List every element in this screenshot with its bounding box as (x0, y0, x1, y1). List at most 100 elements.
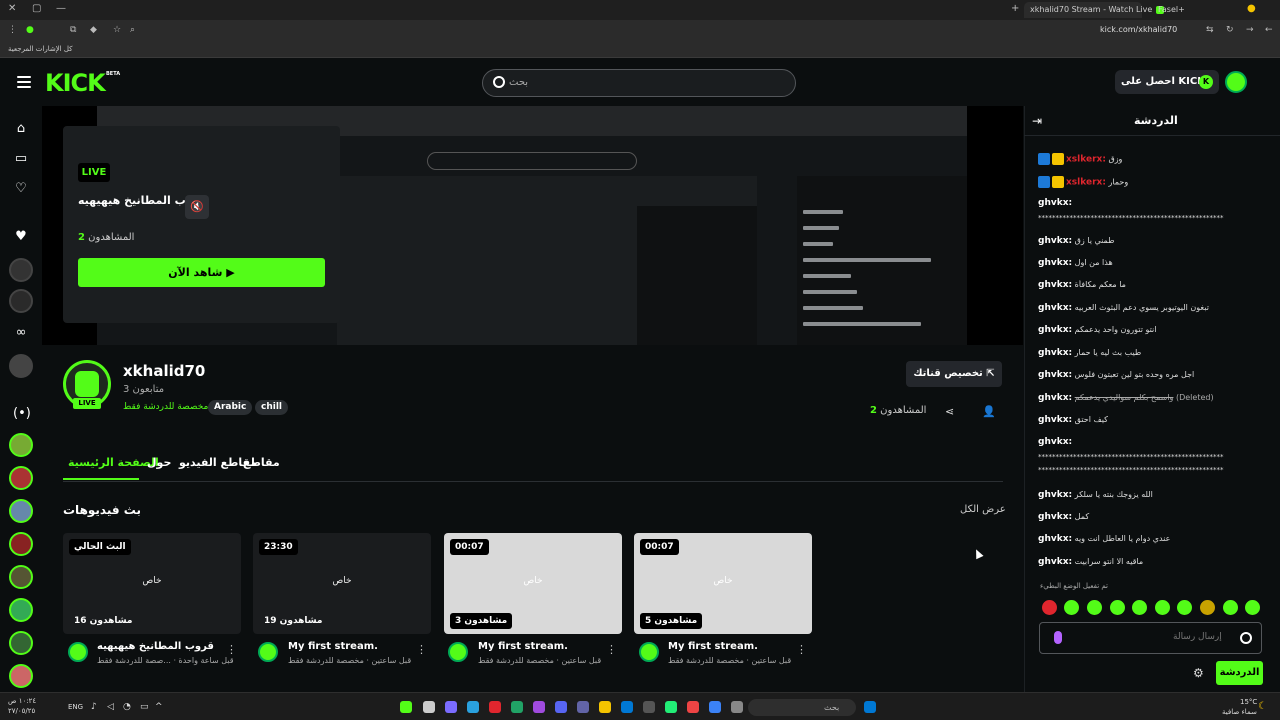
channel-avatar[interactable] (9, 466, 33, 490)
chat-send-button[interactable]: الدردشة (1216, 661, 1263, 685)
clock-date[interactable]: ٢٧/٠٥/٢٥ (8, 707, 35, 715)
home-icon[interactable]: ⌂ (13, 121, 29, 137)
microphone-tray-icon[interactable]: ♪ (91, 702, 97, 712)
maximize-icon[interactable]: ▢ (32, 3, 41, 14)
video-channel-avatar[interactable] (639, 642, 659, 662)
new-tab-icon[interactable]: + (1011, 3, 1019, 14)
language-indicator[interactable]: ENG (68, 703, 83, 711)
microphone-icon[interactable] (1054, 631, 1062, 644)
watch-now-button[interactable]: شاهد الآن ▶ (78, 258, 325, 287)
video-card[interactable]: 00:07 خاص 5 مشاهدون (634, 533, 812, 634)
share-icon[interactable]: ⋖ (945, 405, 954, 418)
task-view-icon[interactable] (731, 701, 743, 713)
app-icon[interactable] (665, 701, 677, 713)
channel-name[interactable]: xkhalid70 (123, 362, 205, 380)
video-card[interactable]: 23:30 خاص 19 مشاهدون (253, 533, 431, 634)
back-icon[interactable]: ← (1265, 25, 1273, 35)
user-avatar[interactable] (1225, 71, 1247, 93)
collapse-chat-icon[interactable]: ⇥ (1032, 114, 1042, 128)
channel-avatar[interactable] (9, 532, 33, 556)
chat-username[interactable]: ghvkx: (1038, 512, 1072, 522)
kick-app-icon[interactable] (400, 701, 412, 713)
shield-icon[interactable]: ◆ (90, 25, 97, 35)
menu-dots-icon[interactable]: ⋮ (8, 25, 17, 35)
files-icon[interactable] (599, 701, 611, 713)
video-channel-avatar[interactable] (258, 642, 278, 662)
app-icon[interactable] (489, 701, 501, 713)
channel-avatar[interactable] (9, 565, 33, 589)
chat-username[interactable]: ghvkx: (1038, 370, 1072, 380)
customize-channel-button[interactable]: تخصيص قناتك ⇱ (906, 361, 1002, 387)
live-channels-icon[interactable]: (•) (13, 406, 31, 422)
chat-username[interactable]: ghvkx: (1038, 437, 1072, 447)
video-title[interactable]: قروب المطانيخ هيهيهيه (97, 641, 214, 652)
weather-moon-icon[interactable]: ☾ (1258, 701, 1267, 712)
chat-username[interactable]: xslkerx: (1066, 155, 1106, 165)
infinity-icon[interactable]: ∞ (13, 325, 29, 341)
reload-icon[interactable]: ↻ (1226, 25, 1234, 35)
app-icon[interactable] (423, 701, 435, 713)
extensions-icon[interactable]: ⧉ (70, 25, 76, 35)
followed-avatar[interactable] (9, 258, 33, 282)
video-channel-avatar[interactable] (448, 642, 468, 662)
tab-clips[interactable]: مقاطع (243, 456, 280, 469)
chat-username[interactable]: ghvkx: (1038, 198, 1072, 208)
app-icon[interactable] (511, 701, 523, 713)
minimize-icon[interactable]: — (56, 3, 66, 14)
start-icon[interactable] (864, 701, 876, 713)
tab-fasel[interactable]: Fasel+ (1158, 2, 1218, 18)
video-title[interactable]: My first stream. (668, 641, 758, 652)
teams-icon[interactable] (577, 701, 589, 713)
menu-icon[interactable] (17, 76, 31, 88)
followed-avatar[interactable] (9, 354, 33, 378)
channel-avatar[interactable] (9, 631, 33, 655)
chrome-icon[interactable] (687, 701, 699, 713)
following-icon[interactable]: ♡ (13, 181, 29, 197)
more-options-icon[interactable]: ⋮ (416, 643, 427, 656)
chat-settings-icon[interactable]: ⚙ (1193, 666, 1204, 680)
emoji-icon[interactable] (1240, 632, 1252, 644)
video-card[interactable]: 00:07 خاص 3 مشاهدون (444, 533, 622, 634)
close-window-icon[interactable]: ✕ (8, 3, 16, 14)
app-icon[interactable] (533, 701, 545, 713)
get-kicks-button[interactable]: احصل على KICKs K (1115, 70, 1219, 94)
emote-icon[interactable] (1064, 600, 1079, 615)
chat-username[interactable]: ghvkx: (1038, 258, 1072, 268)
video-title[interactable]: My first stream. (478, 641, 568, 652)
extension-icon[interactable]: ● (1247, 3, 1256, 14)
video-title[interactable]: My first stream. (288, 641, 378, 652)
forward-icon[interactable]: → (1246, 25, 1254, 35)
chat-username[interactable]: ghvkx: (1038, 534, 1072, 544)
emote-icon[interactable] (1245, 600, 1260, 615)
mute-icon[interactable]: 🔇 (185, 195, 209, 219)
tab-stream[interactable]: xkhalid70 Stream - Watch Live (1024, 2, 1165, 18)
channel-avatar[interactable] (9, 664, 33, 688)
star-icon[interactable]: ☆ (113, 25, 121, 35)
video-channel-avatar[interactable] (68, 642, 88, 662)
network-icon[interactable]: ◔ (123, 702, 131, 712)
battery-icon[interactable]: ▭ (140, 702, 149, 712)
chat-username[interactable]: ghvkx: (1038, 490, 1072, 500)
tab-home[interactable]: الصفحة الرئيسية (68, 456, 159, 469)
chat-username[interactable]: ghvkx: (1038, 348, 1072, 358)
emote-icon[interactable] (1132, 600, 1147, 615)
followed-avatar[interactable] (9, 289, 33, 313)
chat-username[interactable]: ghvkx: (1038, 393, 1072, 403)
tag-chill[interactable]: chill (255, 400, 288, 415)
favorites-icon[interactable]: ♥ (13, 229, 29, 245)
app-icon[interactable] (643, 701, 655, 713)
channel-avatar[interactable] (9, 433, 33, 457)
emote-icon[interactable] (1042, 600, 1057, 615)
emote-icon[interactable] (1155, 600, 1170, 615)
show-all-link[interactable]: عرض الكل (960, 504, 1006, 515)
emote-icon[interactable] (1200, 600, 1215, 615)
profile-icon[interactable]: ● (26, 25, 34, 35)
channel-category[interactable]: مخصصة للدردشة فقط (123, 402, 208, 412)
chat-username[interactable]: xslkerx: (1066, 178, 1106, 188)
search-input[interactable]: بحث (482, 69, 796, 97)
all-bookmarks-link[interactable]: كل الإشارات المرجعية (8, 45, 73, 53)
chat-username[interactable]: ghvkx: (1038, 557, 1072, 567)
discord-icon[interactable] (555, 701, 567, 713)
channel-avatar[interactable] (9, 598, 33, 622)
chat-input[interactable]: إرسال رسالة (1039, 622, 1262, 654)
